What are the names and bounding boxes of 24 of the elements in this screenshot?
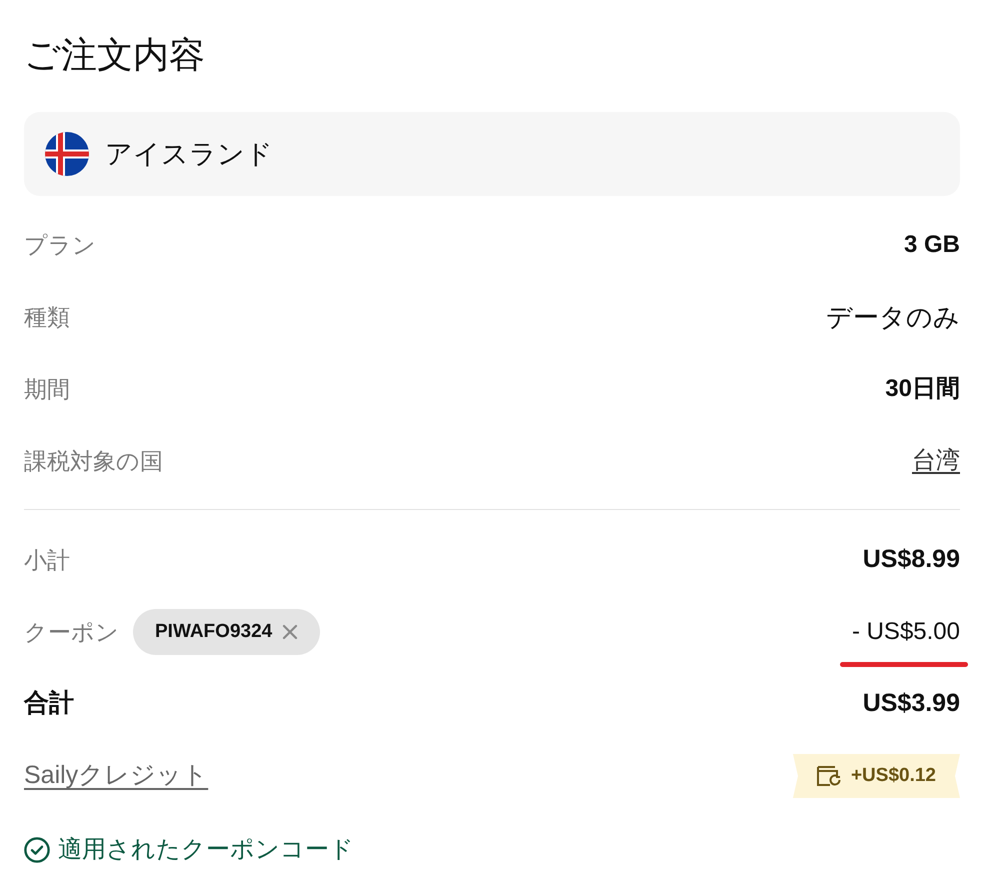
subtotal-value: US$8.99 bbox=[862, 544, 960, 576]
coupon-code: PIWAFO9324 bbox=[155, 620, 272, 644]
credit-link[interactable]: Sailyクレジット bbox=[24, 757, 208, 795]
coupon-label: クーポン bbox=[24, 618, 119, 647]
detail-label: 期間 bbox=[24, 374, 70, 404]
coupon-discount: - US$5.00 bbox=[852, 618, 960, 645]
check-circle-icon bbox=[24, 837, 50, 863]
detail-value: 3 GB bbox=[904, 230, 960, 260]
country-link[interactable]: 台湾 bbox=[912, 443, 960, 479]
wallet-refresh-icon bbox=[816, 765, 843, 787]
detail-value: 30日間 bbox=[885, 374, 960, 404]
destination-name: アイスランド bbox=[105, 138, 273, 171]
coupon-status-text: 適用されたクーポンコード bbox=[58, 835, 354, 865]
detail-label: 種類 bbox=[24, 302, 70, 332]
total-value: US$3.99 bbox=[862, 688, 960, 720]
detail-value: データのみ bbox=[826, 300, 960, 334]
total-label: 合計 bbox=[24, 688, 74, 720]
order-title: ご注文内容 bbox=[24, 33, 205, 77]
detail-label: プラン bbox=[24, 230, 96, 260]
detail-label: 課税対象の国 bbox=[24, 446, 163, 476]
subtotal-label: 小計 bbox=[24, 546, 70, 575]
close-icon bbox=[282, 624, 298, 640]
credit-amount: +US$0.12 bbox=[850, 764, 936, 788]
iceland-flag-icon bbox=[45, 132, 89, 176]
